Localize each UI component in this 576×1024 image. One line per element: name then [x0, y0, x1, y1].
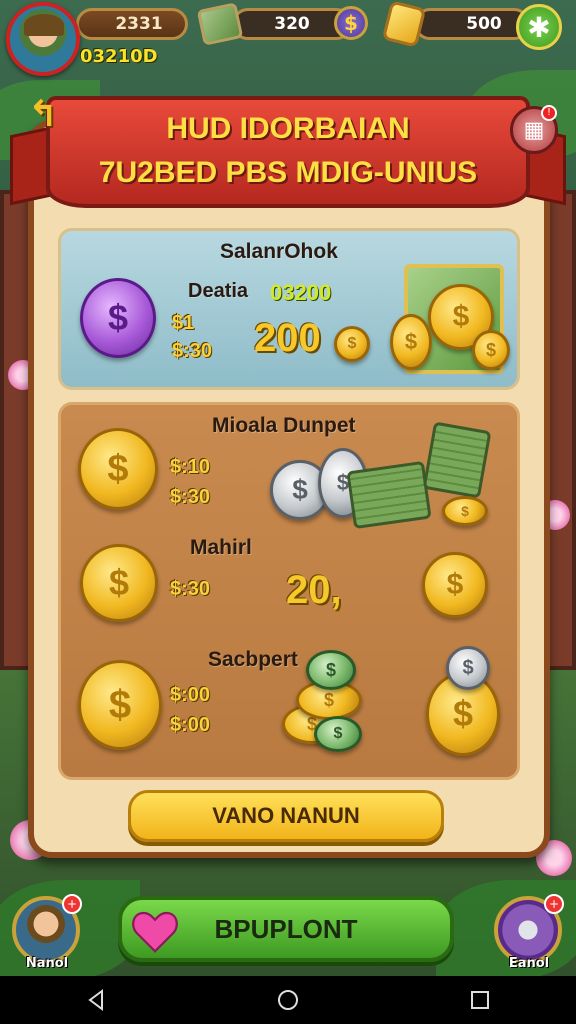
support-offer-title: Sacbpert: [208, 648, 298, 671]
banner-subtitle: 7U2BED PBS MDIG-UNIUS: [98, 156, 478, 189]
gift-icon: ▦: [523, 117, 545, 143]
top-hud: 2331 03210D 320 $ 500 ✱: [0, 0, 576, 80]
bundle-offer-title: Mioala Dunpet: [212, 414, 356, 437]
manual-amount: 20,: [286, 568, 342, 612]
banner-title: HUD IDORBAIAN: [166, 112, 410, 145]
coin-icon: $: [422, 552, 488, 618]
panel-action-button[interactable]: VANO NANUN: [128, 790, 444, 842]
heart-icon: [132, 911, 178, 953]
nav-home-icon[interactable]: [268, 980, 308, 1020]
notification-badge: +: [544, 894, 564, 914]
play-button[interactable]: BPUPLONT: [118, 896, 454, 962]
left-player-avatar[interactable]: +: [12, 894, 82, 964]
featured-amount: 200: [254, 316, 321, 360]
green-coin-icon: $: [314, 716, 362, 752]
featured-price-2: $:30: [172, 340, 213, 362]
featured-offer-title: SalanrOhok: [220, 240, 338, 263]
cash-icon: [196, 2, 244, 46]
shop-banner: HUD IDORBAIAN 7U2BED PBS MDIG-UNIUS: [10, 96, 566, 216]
add-gold-button[interactable]: ✱: [516, 4, 562, 50]
gift-button[interactable]: ▦ !: [510, 105, 558, 154]
player-level-pill: 2331: [76, 8, 188, 40]
coin-icon: $: [442, 496, 488, 526]
coin-icon[interactable]: $: [80, 544, 158, 622]
coin-icon[interactable]: $: [78, 428, 158, 510]
gold-value: 500: [466, 14, 502, 34]
left-avatar-label: Nanol: [25, 956, 69, 971]
nav-back-icon[interactable]: [76, 980, 116, 1020]
green-coin-icon: $: [306, 650, 356, 690]
support-price-1: $:00: [170, 684, 211, 706]
notification-badge: +: [62, 894, 82, 914]
featured-offer-bonus: 03200: [270, 280, 332, 305]
player-level-value: 2331: [115, 14, 163, 34]
coin-icon[interactable]: $: [78, 660, 162, 750]
featured-price-1: $1: [172, 312, 195, 334]
coin-icon: $: [390, 314, 432, 370]
featured-offer-label: Deatia: [188, 280, 249, 302]
back-arrow-icon[interactable]: ↰: [28, 94, 62, 138]
nav-recents-icon[interactable]: [460, 980, 500, 1020]
gold-counter: 500: [414, 8, 530, 40]
coin-icon: $: [472, 330, 510, 370]
coin-icon: $: [334, 326, 370, 362]
cash-stack-icon: [422, 421, 492, 499]
support-price-2: $:00: [170, 714, 211, 736]
manual-offer-title: Mahirl: [190, 536, 252, 559]
player-avatar[interactable]: [6, 2, 80, 76]
android-nav-bar: [0, 976, 576, 1024]
add-cash-button[interactable]: $: [334, 6, 368, 40]
purple-coin-icon: $: [80, 278, 156, 358]
player-tag: 03210D: [80, 46, 158, 67]
gold-bar-icon: [381, 0, 427, 48]
notification-badge: !: [541, 105, 557, 121]
right-player-avatar[interactable]: +: [494, 894, 564, 964]
cash-stack-icon: [346, 460, 432, 530]
right-avatar-label: Eanol: [508, 956, 550, 971]
play-button-label: BPUPLONT: [214, 913, 358, 944]
bundle-price-1: $:10: [170, 456, 211, 478]
manual-price: $:30: [170, 578, 211, 600]
silver-coin-icon: $: [446, 646, 490, 690]
cash-value: 320: [274, 14, 310, 34]
bundle-price-2: $:30: [170, 486, 211, 508]
